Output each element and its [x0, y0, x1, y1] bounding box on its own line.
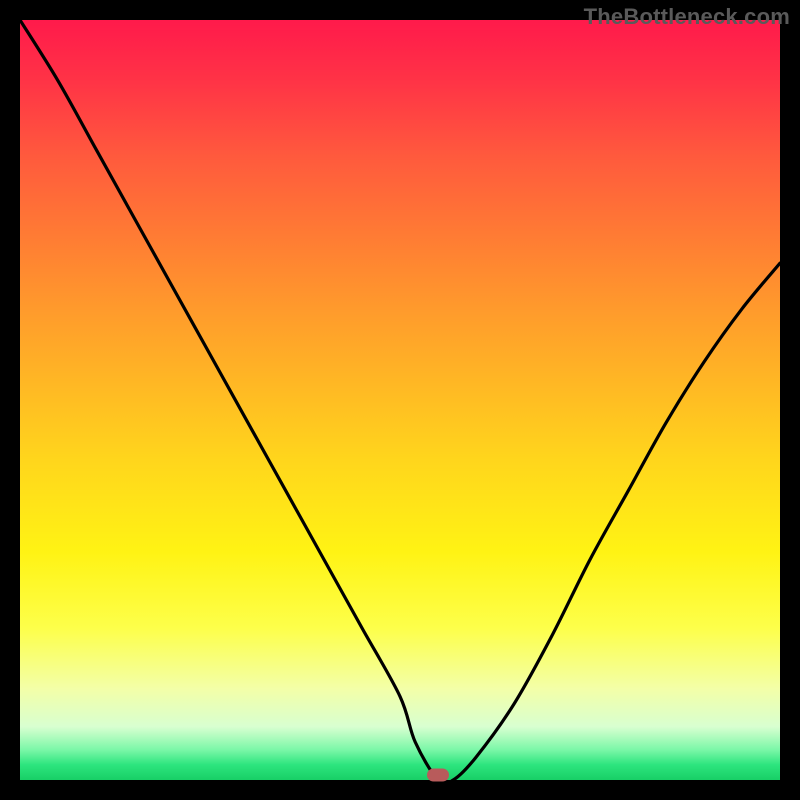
- minimum-marker: [427, 769, 449, 782]
- bottleneck-curve: [20, 20, 780, 780]
- watermark-text: TheBottleneck.com: [584, 4, 790, 30]
- chart-frame: TheBottleneck.com: [0, 0, 800, 800]
